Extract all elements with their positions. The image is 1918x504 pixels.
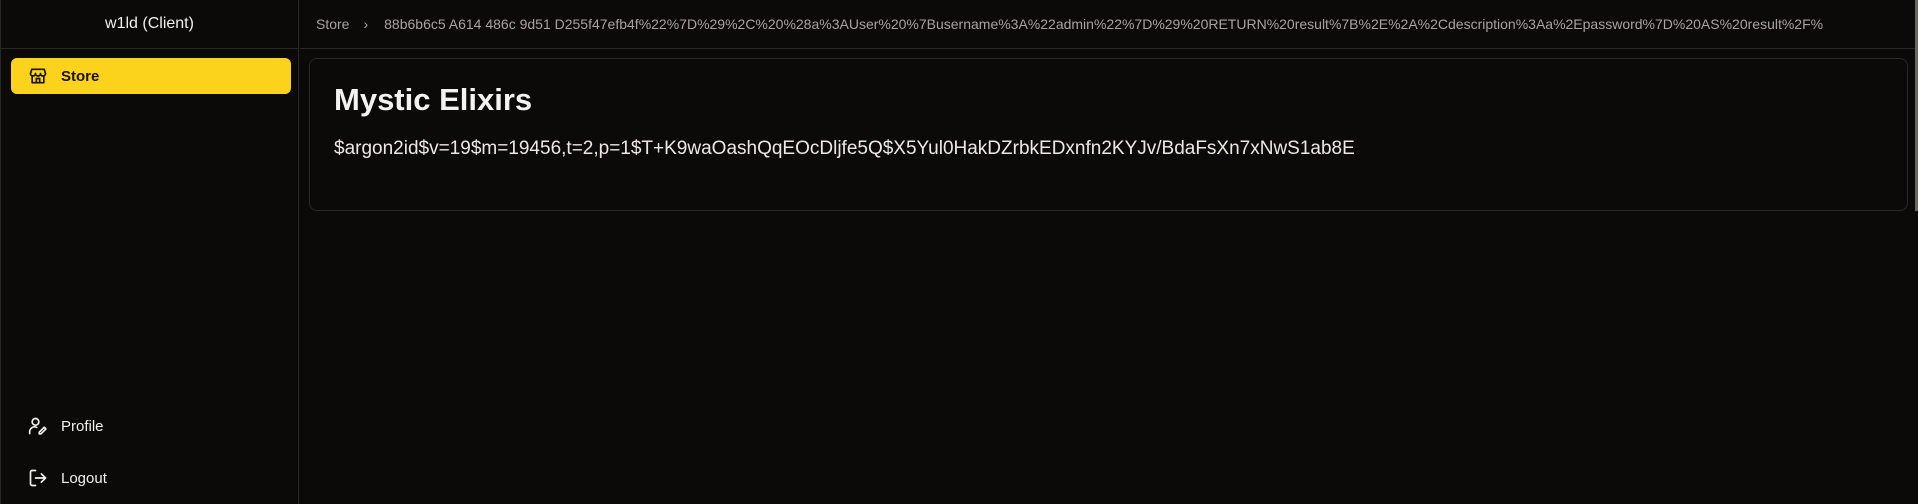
- sidebar-header: w1ld (Client): [1, 0, 298, 49]
- sidebar-item-store[interactable]: Store: [11, 58, 291, 94]
- app-title: w1ld (Client): [105, 15, 194, 32]
- sidebar-item-logout[interactable]: Logout: [11, 460, 291, 496]
- logout-icon: [29, 469, 47, 487]
- breadcrumb-current: 88b6b6c5 A614 486c 9d51 D255f47efb4f%22%…: [384, 16, 1824, 32]
- sidebar-item-label: Profile: [61, 417, 104, 435]
- chevron-right-icon: ›: [363, 16, 369, 32]
- sidebar-item-label: Store: [61, 67, 100, 85]
- breadcrumb-store-link[interactable]: Store: [316, 16, 349, 32]
- user-pen-icon: [28, 417, 47, 435]
- sidebar: w1ld (Client) Store Profile Logout: [0, 0, 299, 504]
- sidebar-item-profile[interactable]: Profile: [11, 408, 291, 444]
- product-card: Mystic Elixirs $argon2id$v=19$m=19456,t=…: [309, 58, 1908, 211]
- product-title: Mystic Elixirs: [334, 82, 533, 117]
- breadcrumb: Store › 88b6b6c5 A614 486c 9d51 D255f47e…: [300, 0, 1918, 49]
- sidebar-item-label: Logout: [61, 469, 107, 487]
- app-root: w1ld (Client) Store Profile Logout Store…: [0, 0, 1918, 504]
- store-icon: [29, 68, 47, 84]
- product-description: $argon2id$v=19$m=19456,t=2,p=1$T+K9waOas…: [334, 138, 1355, 160]
